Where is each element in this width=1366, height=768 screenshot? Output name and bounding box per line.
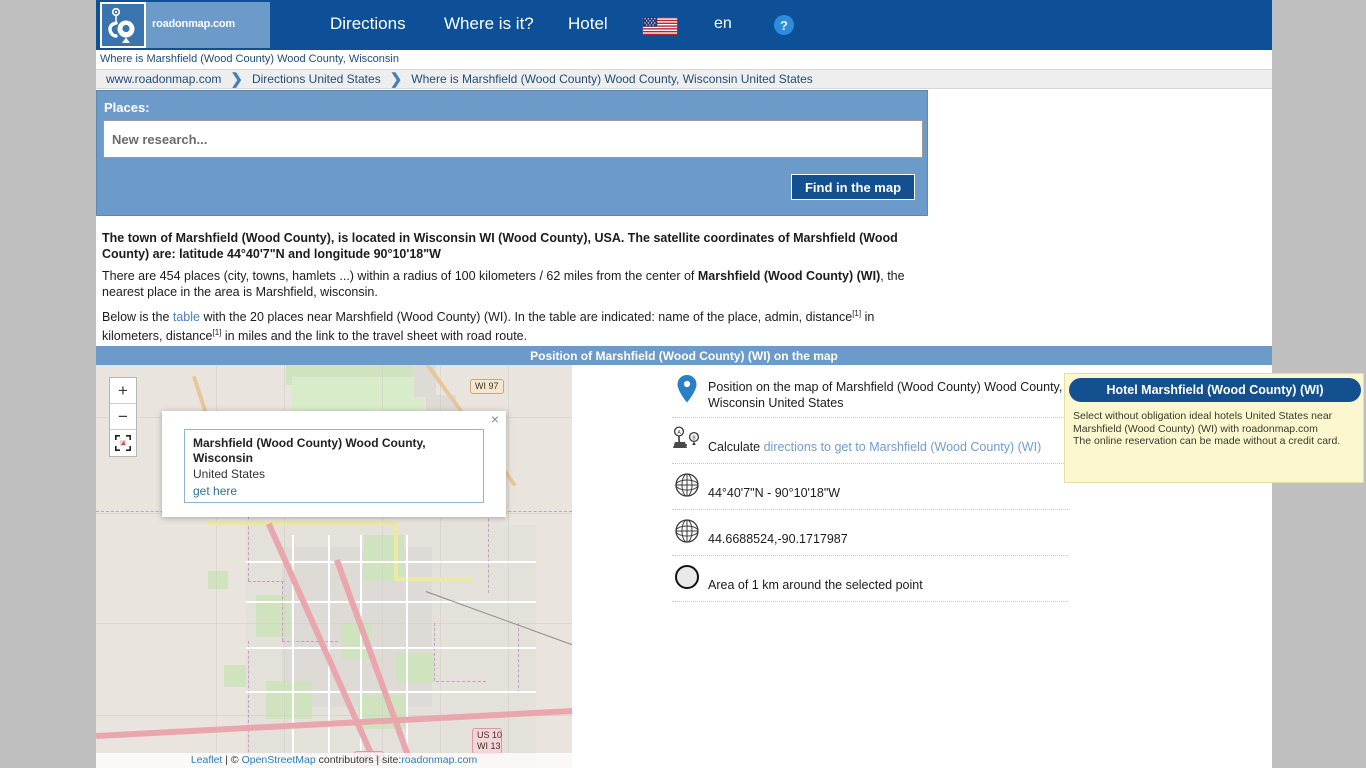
breadcrumb-item-home[interactable]: www.roadonmap.com	[106, 72, 221, 86]
site-link[interactable]: roadonmap.com	[401, 754, 477, 766]
footnote-ref-1: [1]	[852, 309, 862, 318]
info-text-dms: 44°40'7"N - 90°10'18"W	[708, 486, 841, 500]
info-text-directions: Calculate directions to get to Marshfiel…	[708, 426, 1068, 455]
popup-country: United States	[193, 467, 266, 481]
map-zoom-controls: + −	[109, 377, 137, 457]
desc-p3-b: with the 20 places near Marshfield (Wood…	[199, 310, 853, 325]
attrib-mid: contributors | site:	[315, 754, 402, 766]
page-content: roadonmap.com Directions Where is it? Ho…	[96, 0, 1364, 768]
chevron-right-icon: ❯	[389, 70, 403, 88]
map-attribution: Leaflet | © OpenStreetMap contributors |…	[96, 753, 572, 768]
location-info-list: Position on the map of Marshfield (Wood …	[672, 375, 1068, 610]
openstreetmap-link[interactable]: OpenStreetMap	[242, 754, 316, 766]
help-icon[interactable]: ?	[774, 15, 794, 35]
shield-line-us10: US 10	[477, 730, 503, 740]
breadcrumb-item-directions[interactable]: Directions United States	[252, 72, 381, 86]
us-flag-icon[interactable]	[642, 17, 678, 35]
find-in-map-button[interactable]: Find in the map	[791, 174, 915, 200]
globe-icon	[672, 472, 702, 503]
site-logo[interactable]	[100, 2, 146, 48]
road-shield-us10-wi13: US 10 WI 13	[472, 728, 502, 754]
hotel-text-line2: Marshfield (Wood County) (WI) with roado…	[1073, 422, 1318, 435]
desc-p3-a: Below is the	[102, 310, 173, 325]
nav-link-hotel[interactable]: Hotel	[568, 14, 608, 34]
attrib-sep-1: | ©	[222, 754, 242, 766]
directions-link[interactable]: directions to get to Marshfield (Wood Co…	[764, 440, 1042, 454]
info-row-decimal-coordinates: 44.6688524,-90.1717987	[672, 518, 1068, 556]
info-row-position: Position on the map of Marshfield (Wood …	[672, 375, 1068, 418]
hotel-text-line1: Select without obligation ideal hotels U…	[1073, 410, 1333, 422]
info-row-area: Area of 1 km around the selected point	[672, 564, 1068, 602]
breadcrumb-item-current: Where is Marshfield (Wood County) Wood C…	[411, 72, 813, 86]
description-lead: The town of Marshfield (Wood County), is…	[102, 231, 898, 261]
hotel-promo-text: Select without obligation ideal hotels U…	[1073, 410, 1359, 448]
info-row-dms-coordinates: 44°40'7"N - 90°10'18"W	[672, 472, 1068, 510]
popup-close-icon[interactable]: ×	[491, 412, 499, 426]
zoom-in-button[interactable]: +	[110, 378, 136, 404]
places-search-panel: Places: Find in the map	[96, 90, 928, 216]
popup-get-here-link[interactable]: get here	[193, 483, 237, 499]
map-pin-logo-icon	[108, 7, 135, 43]
info-row-directions: A B Calculate directions to get to Marsh…	[672, 426, 1068, 464]
search-input[interactable]	[103, 120, 923, 158]
info-text-decimal: 44.6688524,-90.1717987	[708, 532, 848, 546]
places-label: Places:	[104, 100, 150, 115]
nav-link-where-is-it[interactable]: Where is it?	[444, 14, 534, 34]
map-canvas[interactable]: WI 97 US 10 WI 13 US 10 Y Marshfield Mun…	[96, 365, 572, 768]
page-gutter-left	[0, 0, 96, 768]
leaflet-link[interactable]: Leaflet	[191, 754, 223, 766]
hotel-button[interactable]: Hotel Marshfield (Wood County) (WI)	[1069, 378, 1361, 402]
description-block: The town of Marshfield (Wood County), is…	[102, 230, 930, 350]
map-info-popup: × Marshfield (Wood County) Wood County, …	[162, 411, 506, 517]
circle-icon	[672, 564, 702, 595]
info-text-position: Position on the map of Marshfield (Wood …	[708, 380, 1063, 410]
directions-icon: A B	[672, 426, 702, 457]
popup-title-line2: Wisconsin	[193, 451, 253, 465]
desc-p3-d: in miles and the link to the travel shee…	[221, 329, 528, 344]
hotel-text-line3: The online reservation can be made witho…	[1073, 435, 1341, 447]
globe-icon	[672, 518, 702, 549]
nav-language-selector[interactable]: en	[714, 15, 732, 33]
zoom-out-button[interactable]: −	[110, 404, 136, 430]
info-text-area: Area of 1 km around the selected point	[708, 578, 923, 592]
description-paragraph-2: There are 454 places (city, towns, hamle…	[102, 268, 930, 300]
logo-wordmark: roadonmap.com	[152, 18, 235, 30]
popup-title-line1: Marshfield (Wood County) Wood County,	[193, 436, 426, 450]
desc-p2-a: There are 454 places (city, towns, hamle…	[102, 269, 698, 283]
page-root: roadonmap.com Directions Where is it? Ho…	[0, 0, 1366, 768]
chevron-right-icon: ❯	[230, 70, 243, 88]
top-navbar: roadonmap.com Directions Where is it? Ho…	[96, 0, 1272, 50]
table-link[interactable]: table	[173, 310, 200, 324]
map-pin-icon	[672, 375, 702, 408]
description-paragraph-3: Below is the table with the 20 places ne…	[102, 306, 930, 344]
road-shield-wi97: WI 97	[470, 379, 504, 394]
map-section-title: Position of Marshfield (Wood County) (WI…	[96, 346, 1272, 365]
hotel-promo-box: Hotel Marshfield (Wood County) (WI) Sele…	[1064, 373, 1364, 483]
fullscreen-icon[interactable]	[110, 430, 136, 456]
desc-p2-place: Marshfield (Wood County) (WI)	[697, 269, 881, 283]
shield-line-wi13: WI 13	[477, 741, 501, 751]
page-title: Where is Marshfield (Wood County) Wood C…	[100, 53, 399, 65]
breadcrumb: www.roadonmap.com ❯ Directions United St…	[96, 69, 1272, 89]
map-popup-content: Marshfield (Wood County) Wood County, Wi…	[184, 429, 484, 503]
info-directions-prefix: Calculate	[708, 440, 764, 454]
nav-link-directions[interactable]: Directions	[330, 14, 406, 34]
